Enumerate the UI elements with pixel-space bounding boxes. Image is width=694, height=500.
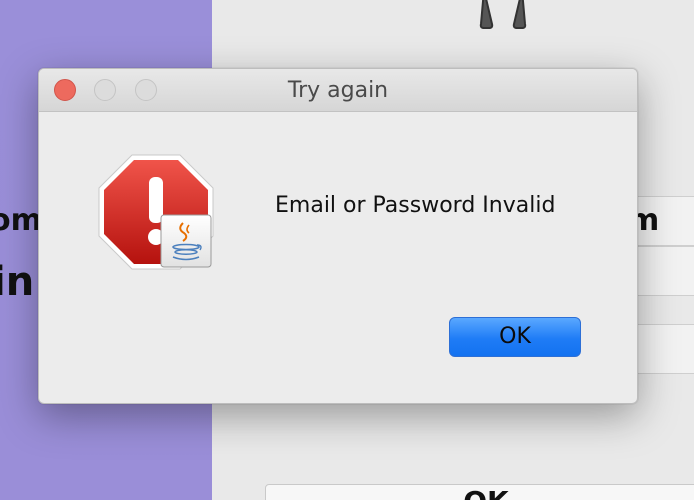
alert-dialog: Try again Email or Password Invalid OK [38, 68, 638, 404]
stop-alert-java-icon [98, 154, 214, 270]
error-message: Email or Password Invalid [275, 193, 556, 218]
dialog-title: Try again [287, 78, 389, 103]
ok-button[interactable]: OK [449, 317, 581, 357]
background-text-fragment: in [0, 259, 35, 305]
dialog-titlebar[interactable]: Try again [39, 69, 637, 112]
background-ok-button[interactable]: OK [265, 484, 694, 500]
figure-icon [479, 0, 527, 29]
background-text-fragment: om [0, 203, 42, 238]
